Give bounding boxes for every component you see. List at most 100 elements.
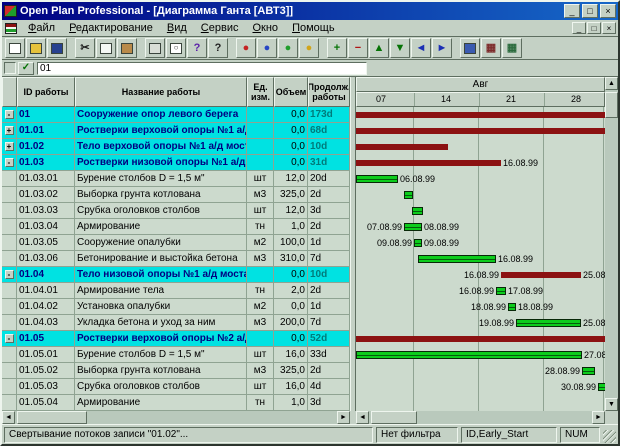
time-now-button[interactable]: ● [236,38,256,58]
gantt-hscroll-thumb[interactable] [371,411,417,424]
indent-button[interactable]: ► [432,38,452,58]
table-row-01.04[interactable]: -01.04Тело низовой опоры №1 а/д моста0,0… [2,267,350,283]
task-bar-01.03.01[interactable] [356,175,398,183]
menu-window[interactable]: Окно [245,21,285,35]
expand-toggle[interactable]: + [5,126,14,135]
help-button[interactable]: ? [187,38,207,58]
task-bar-01.03.04[interactable] [404,223,422,231]
table-row-01.03[interactable]: -01.03Ростверки низовой опоры №1 а/д м0,… [2,155,350,171]
collapse-toggle[interactable]: - [5,110,14,119]
table-row-01.04.02[interactable]: 01.04.02Установка опалубким20,01d [2,299,350,315]
minimize-button[interactable]: _ [564,4,580,18]
new-document-button[interactable] [5,38,25,58]
vertical-scroll-thumb[interactable] [605,92,618,118]
expand-toggle[interactable]: + [5,142,14,151]
column-header-volume[interactable]: Объем [274,77,308,107]
maximize-button[interactable]: □ [582,4,598,18]
task-bar-01.05.02[interactable] [582,367,595,375]
table-row-01.03.01[interactable]: 01.03.01Бурение столбов D = 1,5 м"шт12,0… [2,171,350,187]
task-bar-01.03.06[interactable] [418,255,496,263]
context-help-button[interactable]: ? [208,38,228,58]
table-row-01.03.05[interactable]: 01.03.05Сооружение опалубким2100,01d [2,235,350,251]
cut-button[interactable]: ✂ [75,38,95,58]
scroll-up-button[interactable]: ▲ [605,77,618,90]
close-button[interactable]: × [600,4,616,18]
collapse-toggle[interactable]: - [5,334,14,343]
gantt-horizontal-scrollbar[interactable]: ◄ ► [356,411,605,424]
child-window-icon[interactable] [5,23,17,34]
table-row-01.05.04[interactable]: 01.05.04Армированиетн1,03d [2,395,350,411]
table-row-01[interactable]: -01Сооружение опор левого берега0,0173d [2,107,350,123]
progress-clock-button[interactable]: ● [278,38,298,58]
target-clock-button[interactable]: ● [299,38,319,58]
print-button[interactable] [145,38,165,58]
child-close-button[interactable]: × [602,22,616,34]
outdent-button[interactable]: ◄ [411,38,431,58]
calendar-view-button[interactable]: ▦ [502,38,522,58]
gantt-scroll-left-button[interactable]: ◄ [356,411,369,424]
menu-help[interactable]: Помощь [285,21,342,35]
table-row-01.02[interactable]: +01.02Тело верховой опоры №1 а/д моста0,… [2,139,350,155]
task-bar-01.05.01[interactable] [356,351,582,359]
table-row-01.05.02[interactable]: 01.05.02Выборка грунта котлованам3325,02… [2,363,350,379]
table-horizontal-scrollbar[interactable]: ◄ ► [2,411,350,424]
resize-grip[interactable] [603,430,616,443]
monitor-view-button[interactable] [460,38,480,58]
summary-bar-01.04[interactable] [501,272,581,278]
table-row-01.04.03[interactable]: 01.04.03Укладка бетона и уход за нимм320… [2,315,350,331]
gantt-scroll-right-button[interactable]: ► [592,411,605,424]
scroll-down-button[interactable]: ▼ [605,398,618,411]
delete-activity-button[interactable]: − [348,38,368,58]
column-header-unit[interactable]: Ед. изм. [247,77,274,107]
summary-bar-01.01[interactable] [356,128,605,134]
editbar-confirm-button[interactable]: ✓ [18,62,34,75]
table-row-01.03.04[interactable]: 01.03.04Армированиетн1,02d [2,219,350,235]
gantt-view-button[interactable]: ▦ [481,38,501,58]
collapse-toggle[interactable]: - [5,270,14,279]
print-preview-button[interactable]: ○ [166,38,186,58]
table-hscroll-track[interactable] [15,411,337,424]
task-bar-01.05.03[interactable] [598,383,605,391]
vertical-scrollbar[interactable]: ▲ ▼ [605,77,618,411]
table-row-01.03.02[interactable]: 01.03.02Выборка грунта котлованам3325,02… [2,187,350,203]
table-hscroll-thumb[interactable] [17,411,87,424]
table-row-01.01[interactable]: +01.01Ростверки верховой опоры №1 а/д0,0… [2,123,350,139]
menu-file[interactable]: Файл [21,21,62,35]
task-bar-01.04.01[interactable] [496,287,506,295]
task-bar-01.04.02[interactable] [508,303,516,311]
column-header-name[interactable]: Название работы [75,77,247,107]
summary-bar-01[interactable] [356,112,605,118]
menu-view[interactable]: Вид [160,21,194,35]
table-scroll-right-button[interactable]: ► [337,411,350,424]
task-bar-01.03.03[interactable] [412,207,423,215]
column-header-id[interactable]: ID работы [17,77,75,107]
menu-tools[interactable]: Сервис [194,21,246,35]
column-header-duration[interactable]: Продолж. работы [308,77,350,107]
table-row-01.03.06[interactable]: 01.03.06Бетонирование и выстойка бетонам… [2,251,350,267]
gantt-hscroll-track[interactable] [369,411,592,424]
summary-bar-01.03[interactable] [356,160,501,166]
table-row-01.05.01[interactable]: 01.05.01Бурение столбов D = 1,5 м"шт16,0… [2,347,350,363]
move-down-button[interactable]: ▼ [390,38,410,58]
copy-button[interactable] [96,38,116,58]
summary-bar-01.02[interactable] [356,144,448,150]
summary-bar-01.05[interactable] [356,336,605,342]
baseline-dates-button[interactable]: ● [257,38,277,58]
save-button[interactable] [47,38,67,58]
menu-edit[interactable]: Редактирование [62,21,160,35]
table-row-01.05[interactable]: -01.05Ростверки верховой опоры №2 а/д0,0… [2,331,350,347]
table-row-01.05.03[interactable]: 01.05.03Срубка оголовков столбовшт16,04d [2,379,350,395]
table-scroll-left-button[interactable]: ◄ [2,411,15,424]
edit-field[interactable] [37,62,367,75]
child-minimize-button[interactable]: _ [572,22,586,34]
task-bar-01.04.03[interactable] [516,319,581,327]
table-row-01.03.03[interactable]: 01.03.03Срубка оголовков столбовшт12,03d [2,203,350,219]
paste-button[interactable] [117,38,137,58]
table-row-01.04.01[interactable]: 01.04.01Армирование телатн2,02d [2,283,350,299]
task-bar-01.03.02[interactable] [404,191,413,199]
child-restore-button[interactable]: □ [587,22,601,34]
task-bar-01.03.05[interactable] [414,239,422,247]
add-activity-button[interactable]: + [327,38,347,58]
app-icon[interactable] [4,5,17,17]
collapse-toggle[interactable]: - [5,158,14,167]
